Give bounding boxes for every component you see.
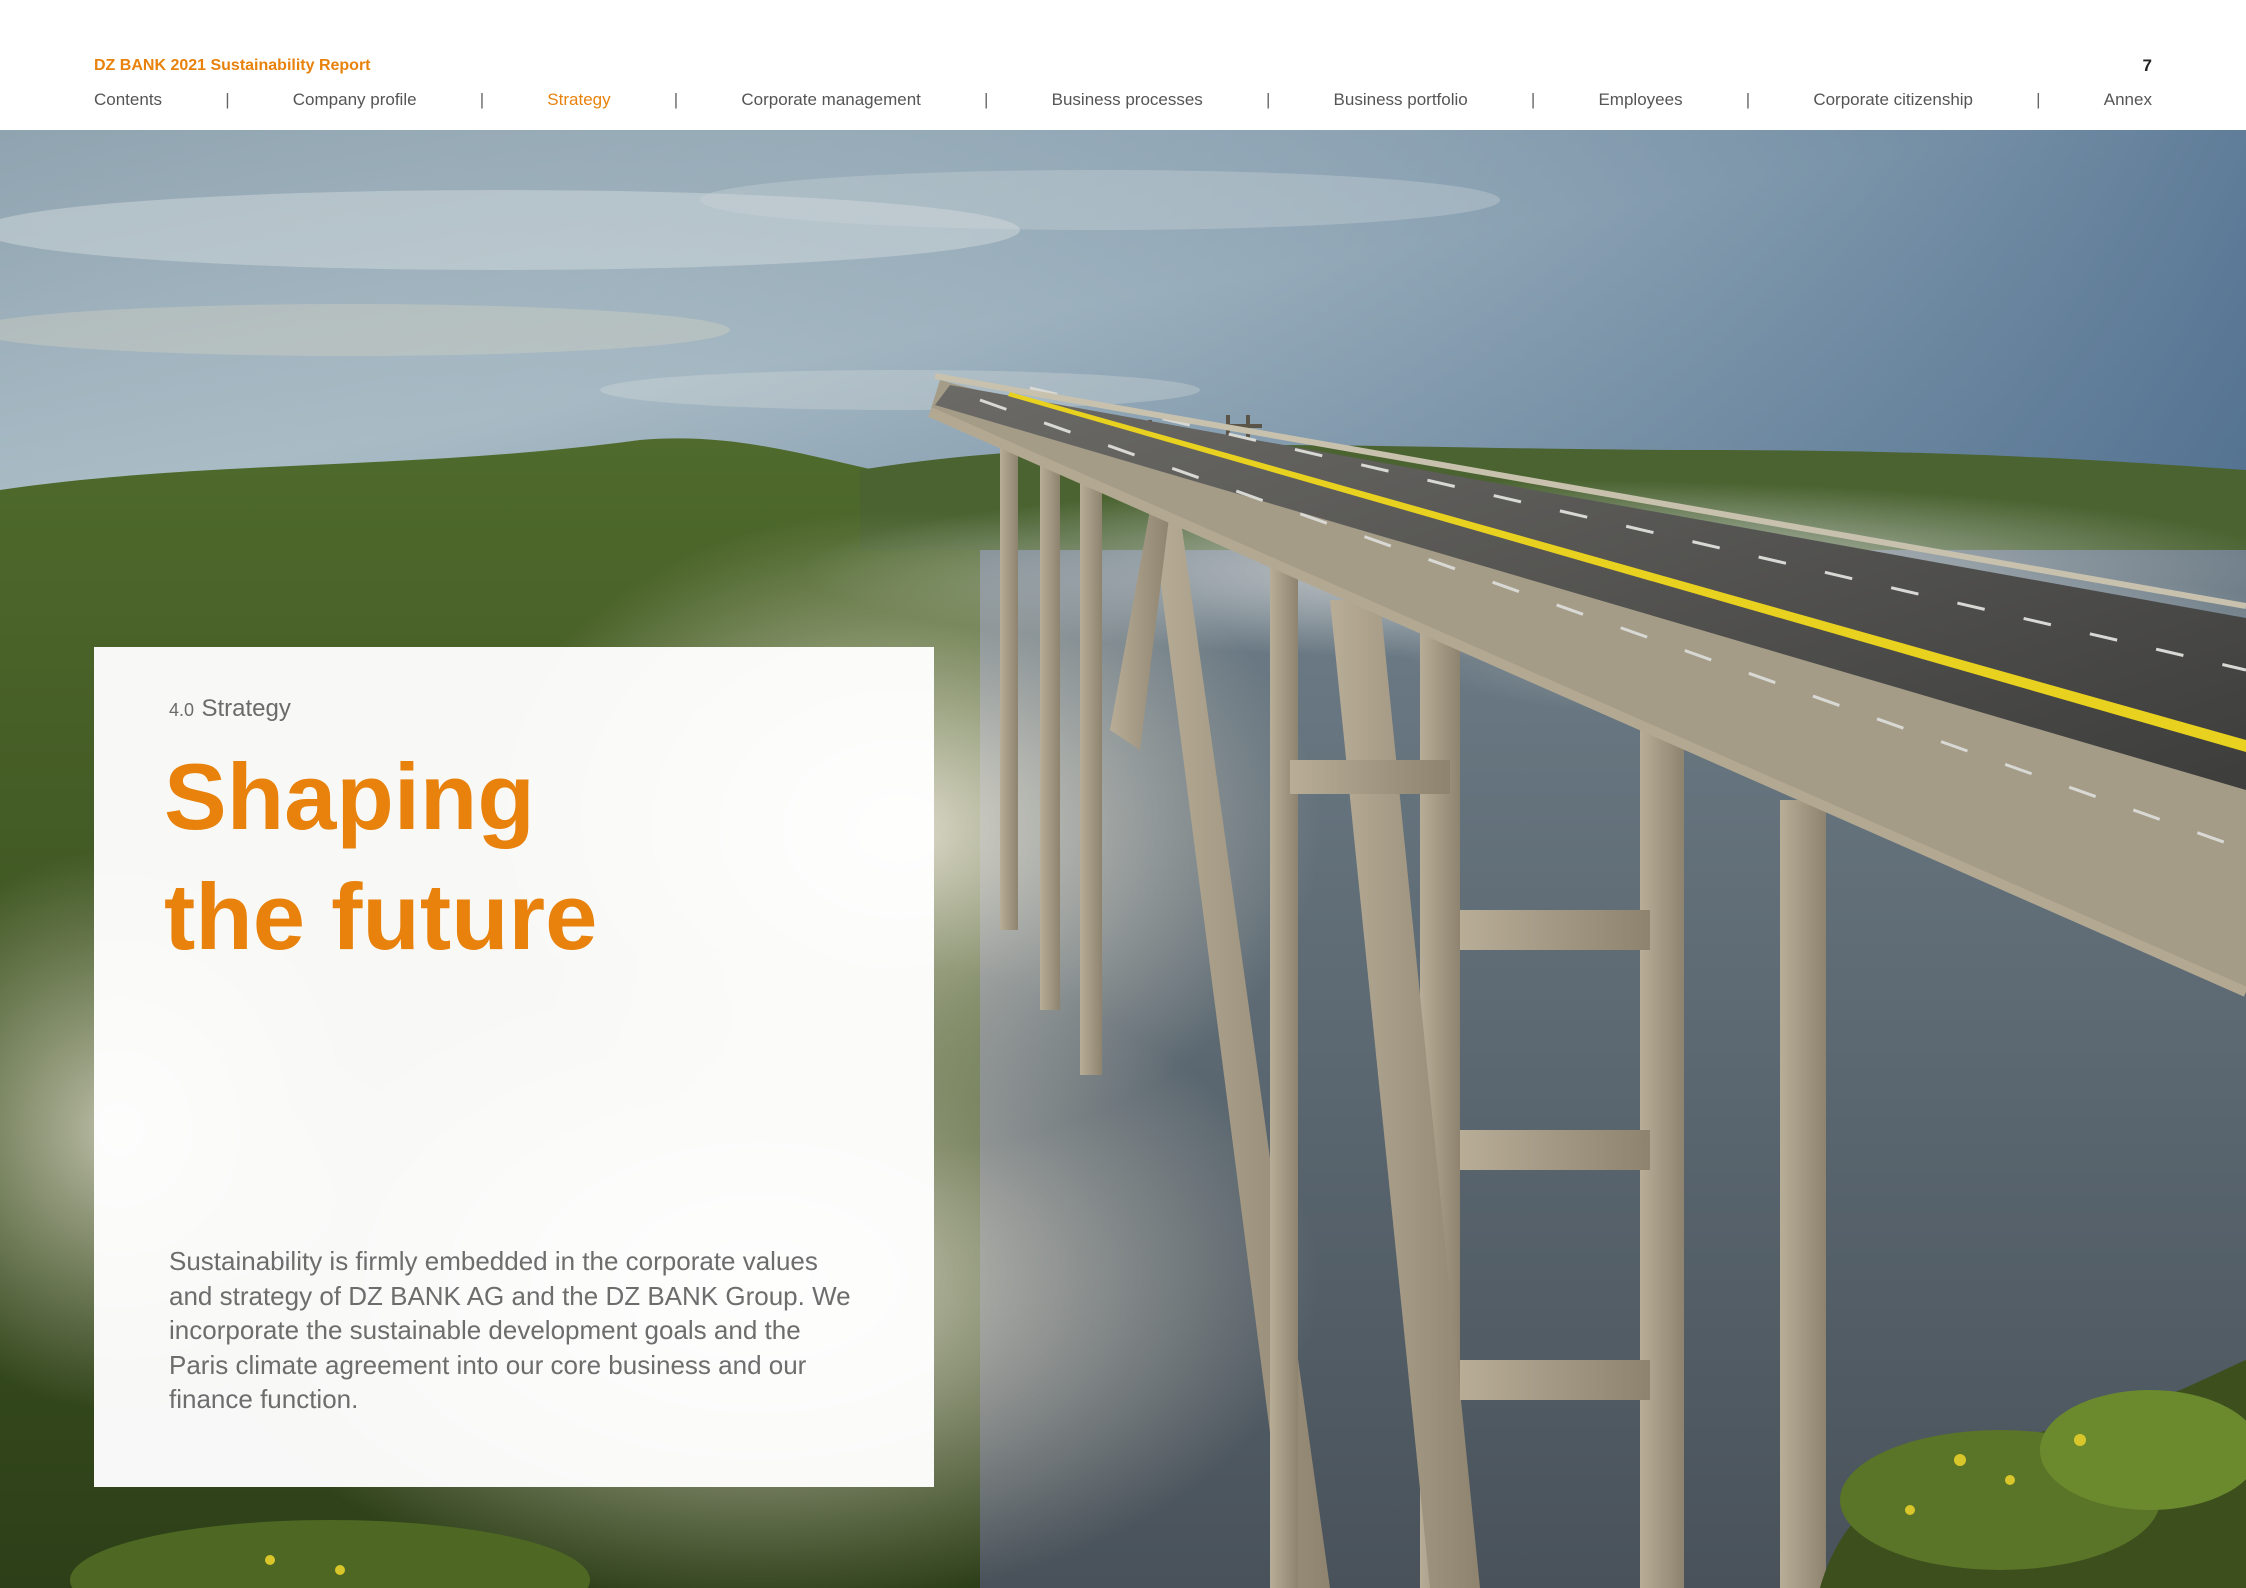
nav-separator: | <box>225 90 230 109</box>
report-title: DZ BANK 2021 Sustainability Report <box>94 57 371 74</box>
intro-paragraph: Sustainability is firmly embedded in the… <box>169 1246 851 1414</box>
nav-item-business-portfolio[interactable]: Business portfolio <box>1334 90 1468 110</box>
section-label: 4.0 Strategy <box>169 695 291 723</box>
nav-item-corporate-management[interactable]: Corporate management <box>741 90 921 110</box>
nav-separator: | <box>2036 90 2041 109</box>
nav-item-annex[interactable]: Annex <box>2104 90 2152 110</box>
nav-item-contents[interactable]: Contents <box>94 90 162 110</box>
nav-item-employees[interactable]: Employees <box>1598 90 1682 110</box>
nav-item-strategy[interactable]: Strategy <box>547 90 610 110</box>
intro-panel: 4.0 Strategy Shaping the future Sustaina… <box>94 647 934 1487</box>
nav-separator: | <box>1265 90 1271 109</box>
section-name: Strategy <box>201 695 291 722</box>
page-number: 7 <box>2142 56 2152 75</box>
nav-item-company-profile[interactable]: Company profile <box>293 90 417 110</box>
headline-line-1: Shaping <box>164 744 535 849</box>
headline-line-2: the future <box>164 864 598 969</box>
nav-separator: | <box>673 90 679 109</box>
nav-separator: | <box>1745 90 1751 109</box>
nav-separator: | <box>984 90 989 109</box>
nav-item-corporate-citizenship[interactable]: Corporate citizenship <box>1813 90 1973 110</box>
section-number: 4.0 <box>169 700 195 720</box>
nav-item-business-processes[interactable]: Business processes <box>1052 90 1203 110</box>
nav-separator: | <box>479 90 485 109</box>
nav-separator: | <box>1530 90 1536 109</box>
chapter-navigation: Contents | Company profile | Strategy | … <box>94 90 2152 110</box>
page-headline: Shaping the future <box>164 737 884 977</box>
report-header: DZ BANK 2021 Sustainability Report 7 Con… <box>0 0 2246 130</box>
